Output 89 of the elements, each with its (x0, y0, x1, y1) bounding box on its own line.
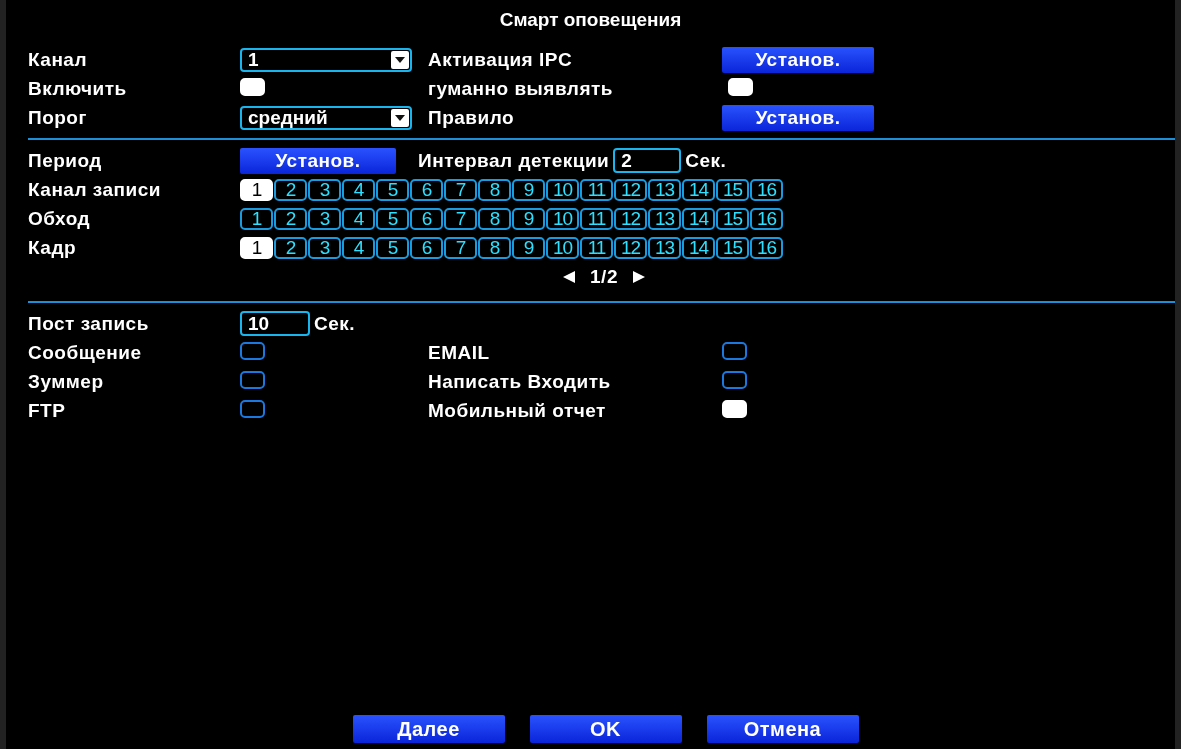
channel-checkbox[interactable]: 15 (716, 236, 749, 259)
field-label: Интервал детекции (418, 149, 610, 172)
channel-checkbox[interactable]: 13 (648, 236, 681, 259)
channel-checkbox[interactable]: 14 (682, 178, 715, 201)
channel-checkbox[interactable]: 15 (716, 178, 749, 201)
channel-checkbox[interactable]: 4 (342, 236, 375, 259)
checkbox[interactable] (240, 370, 265, 389)
channel-checkbox[interactable]: 6 (410, 178, 443, 201)
channel-checkbox[interactable]: 8 (478, 178, 511, 201)
channel-checkbox[interactable]: 2 (274, 178, 307, 201)
channel-checkbox[interactable]: 6 (410, 207, 443, 230)
checkbox[interactable] (240, 399, 265, 418)
channel-checkbox[interactable]: 16 (750, 207, 783, 230)
unit-label: Сек. (685, 149, 727, 172)
channel-checkbox[interactable]: 2 (274, 207, 307, 230)
channel-checkbox[interactable]: 1 (240, 178, 273, 201)
field-label: Мобильный отчет (428, 399, 607, 422)
setup-button[interactable]: Установ. (722, 46, 874, 73)
channel-checkbox[interactable]: 6 (410, 236, 443, 259)
checkbox[interactable] (240, 341, 265, 360)
caret-icon (391, 50, 409, 69)
field-label: Правило (428, 106, 516, 129)
channel-checkbox[interactable]: 11 (580, 207, 613, 230)
dialog-button[interactable]: OK (529, 715, 682, 743)
field-label: EMAIL (428, 341, 491, 364)
checkbox[interactable] (722, 341, 747, 360)
channel-checkbox[interactable]: 11 (580, 178, 613, 201)
field-label: Активация IPC (428, 48, 574, 71)
channel-checkbox[interactable]: 15 (716, 207, 749, 230)
field-label: Канал (28, 48, 88, 71)
caret-icon (391, 108, 409, 127)
channel-checkbox[interactable]: 16 (750, 236, 783, 259)
channel-checkbox[interactable]: 11 (580, 236, 613, 259)
field-label: Зуммер (28, 370, 105, 393)
channel-checkbox[interactable]: 5 (376, 236, 409, 259)
dialog-button[interactable]: Далее (352, 715, 505, 743)
setup-button[interactable]: Установ. (240, 147, 396, 174)
field-label: Период (28, 149, 103, 172)
field-label: Канал записи (28, 178, 162, 201)
channel-checkbox[interactable]: 1 (240, 207, 273, 230)
checkbox[interactable] (722, 370, 747, 389)
interval-field[interactable]: 2 (613, 148, 682, 173)
unit-label: Сек. (314, 312, 356, 335)
channel-checkbox[interactable]: 2 (274, 236, 307, 259)
field-label: Пост запись (28, 312, 150, 335)
channel-checkbox[interactable]: 14 (682, 207, 715, 230)
channel-checkbox[interactable]: 14 (682, 236, 715, 259)
channel-checkbox[interactable]: 9 (512, 178, 545, 201)
field-label: FTP (28, 399, 67, 422)
channel-checkbox[interactable]: 10 (546, 178, 579, 201)
channel-checkbox[interactable]: 12 (614, 236, 647, 259)
field-label: Порог (28, 106, 88, 129)
channel-dropdown[interactable]: 1 (240, 47, 412, 72)
threshold-dropdown[interactable]: средний (240, 105, 412, 130)
channel-checkbox[interactable]: 9 (512, 207, 545, 230)
channel-checkbox[interactable]: 12 (614, 178, 647, 201)
channel-checkbox[interactable]: 7 (444, 236, 477, 259)
dialog-button[interactable]: Отмена (706, 715, 859, 743)
field-label: Сообщение (28, 341, 143, 364)
field-label: Включить (28, 77, 128, 100)
channel-checkbox[interactable]: 12 (614, 207, 647, 230)
field-label: Обход (28, 207, 92, 230)
channel-checkbox[interactable]: 4 (342, 207, 375, 230)
post-record-field[interactable]: 10 (240, 311, 310, 336)
channel-checkbox[interactable]: 7 (444, 207, 477, 230)
setup-button[interactable]: Установ. (722, 104, 874, 131)
channel-checkbox[interactable]: 8 (478, 236, 511, 259)
window-title: Смарт оповещения (499, 8, 682, 32)
channel-checkbox[interactable]: 8 (478, 207, 511, 230)
left-arrow-icon[interactable] (562, 269, 577, 284)
channel-checkbox[interactable]: 3 (308, 236, 341, 259)
channel-checkbox[interactable]: 3 (308, 207, 341, 230)
channel-checkbox[interactable]: 3 (308, 178, 341, 201)
field-label: гуманно выявлять (428, 77, 614, 100)
channel-checkbox[interactable]: 4 (342, 178, 375, 201)
channel-checkbox[interactable]: 5 (376, 178, 409, 201)
field-label: Кадр (28, 236, 78, 259)
channel-checkbox[interactable]: 9 (512, 236, 545, 259)
channel-checkbox[interactable]: 13 (648, 178, 681, 201)
channel-checkbox[interactable]: 10 (546, 236, 579, 259)
channel-checkbox[interactable]: 5 (376, 207, 409, 230)
channel-checkbox[interactable]: 1 (240, 236, 273, 259)
channel-checkbox[interactable]: 10 (546, 207, 579, 230)
right-arrow-icon[interactable] (631, 269, 646, 284)
channel-checkbox[interactable]: 16 (750, 178, 783, 201)
channel-checkbox[interactable]: 13 (648, 207, 681, 230)
channel-checkbox[interactable]: 7 (444, 178, 477, 201)
page-indicator: 1/2 (590, 265, 618, 288)
field-label: Написать Входить (428, 370, 612, 393)
